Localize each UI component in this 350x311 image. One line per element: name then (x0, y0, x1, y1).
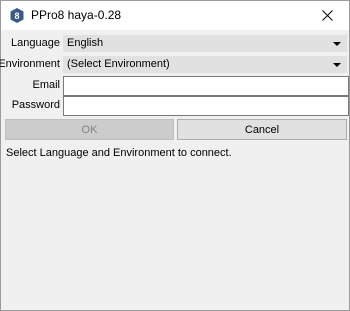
ok-button[interactable]: OK (5, 119, 174, 140)
chevron-down-icon (333, 63, 341, 67)
chevron-down-icon (333, 42, 341, 46)
email-field[interactable] (63, 76, 349, 96)
language-select[interactable]: English (63, 35, 347, 52)
language-value: English (67, 37, 104, 49)
window-title: PPro8 haya-0.28 (31, 8, 122, 22)
environment-label: Environment (0, 58, 60, 70)
app-logo-glyph: 8 (14, 11, 19, 21)
close-icon (321, 10, 333, 21)
environment-value: (Select Environment) (67, 58, 170, 70)
password-label: Password (11, 99, 60, 111)
title-bar: 8 PPro8 haya-0.28 (1, 1, 349, 30)
cancel-button[interactable]: Cancel (177, 119, 347, 140)
app-logo-icon: 8 (10, 8, 24, 23)
environment-select[interactable]: (Select Environment) (63, 56, 347, 73)
close-button[interactable] (305, 1, 349, 30)
email-label: Email (32, 79, 60, 91)
login-dialog: 8 PPro8 haya-0.28 Language English Envir… (0, 0, 350, 311)
status-message: Select Language and Environment to conne… (6, 147, 232, 159)
password-field[interactable] (63, 96, 349, 116)
language-label: Language (11, 37, 60, 49)
